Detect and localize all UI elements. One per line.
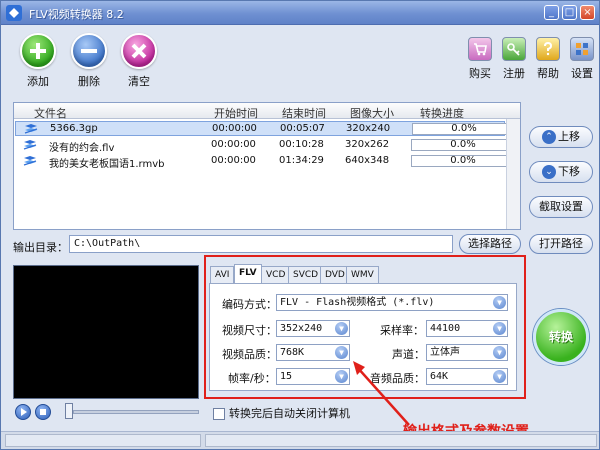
minus-icon <box>71 33 107 69</box>
help-label: 帮助 <box>537 67 559 80</box>
start-time: 00:00:00 <box>211 139 256 150</box>
end-time: 01:34:29 <box>279 155 324 166</box>
clear-button[interactable]: 清空 <box>119 33 159 89</box>
auto-shutdown-checkbox[interactable] <box>213 408 225 420</box>
x-icon <box>121 33 157 69</box>
image-size: 320x240 <box>346 123 391 134</box>
column-header-end[interactable]: 结束时间 <box>282 105 326 121</box>
list-scrollbar[interactable] <box>506 119 520 229</box>
add-button[interactable]: 添加 <box>18 33 58 89</box>
table-row[interactable]: 没有的约会.flv 00:00:00 00:10:28 320x262 0.0% <box>15 138 515 154</box>
maximize-button[interactable]: □ <box>562 5 577 20</box>
end-time: 00:05:07 <box>280 123 325 134</box>
browse-path-button[interactable]: 选择路径 <box>459 234 521 254</box>
video-file-icon <box>23 156 37 166</box>
delete-button[interactable]: 删除 <box>69 33 109 89</box>
register-label: 注册 <box>503 67 525 80</box>
column-header-start[interactable]: 开始时间 <box>214 105 258 121</box>
auto-shutdown-option[interactable]: 转换完后自动关闭计算机 <box>213 405 350 421</box>
seek-slider-thumb[interactable] <box>65 403 73 419</box>
output-dir-label: 输出目录： <box>13 241 68 254</box>
list-header: 文件名 开始时间 结束时间 图像大小 转换进度 <box>14 103 520 121</box>
delete-label: 删除 <box>78 75 100 88</box>
status-cell-right <box>205 434 597 447</box>
progress-bar: 0.0% <box>411 139 515 151</box>
column-header-size[interactable]: 图像大小 <box>350 105 394 121</box>
open-path-button[interactable]: 打开路径 <box>529 234 593 254</box>
column-header-filename[interactable]: 文件名 <box>34 105 67 121</box>
move-up-label: 上移 <box>558 130 580 143</box>
convert-button[interactable]: 转换 <box>533 309 589 365</box>
stop-button[interactable] <box>35 404 51 420</box>
settings-button[interactable]: 设置 <box>565 37 599 81</box>
stop-icon <box>40 409 46 415</box>
help-button[interactable]: 帮助 <box>531 37 565 81</box>
progress-bar: 0.0% <box>412 123 516 135</box>
progress-bar: 0.0% <box>411 155 515 167</box>
image-size: 320x262 <box>345 139 390 150</box>
play-icon <box>21 408 27 416</box>
video-preview <box>13 265 199 399</box>
move-up-button[interactable]: ⌃ 上移 <box>529 126 593 148</box>
status-bar <box>1 431 599 449</box>
image-size: 640x348 <box>345 155 390 166</box>
plus-icon <box>20 33 56 69</box>
cart-icon <box>468 37 492 61</box>
capture-settings-button[interactable]: 截取设置 <box>529 196 593 218</box>
file-name: 5366.3gp <box>50 123 98 134</box>
table-row[interactable]: 我的美女老板国语1.rmvb 00:00:00 01:34:29 640x348… <box>15 154 515 170</box>
file-list[interactable]: 文件名 开始时间 结束时间 图像大小 转换进度 5366.3gp 00:00:0… <box>13 102 521 230</box>
question-icon <box>536 37 560 61</box>
close-button[interactable]: × <box>580 5 595 20</box>
output-path-field[interactable]: C:\OutPath\ <box>69 235 453 253</box>
file-name: 我的美女老板国语1.rmvb <box>49 159 165 170</box>
add-label: 添加 <box>27 75 49 88</box>
key-icon <box>502 37 526 61</box>
end-time: 00:10:28 <box>279 139 324 150</box>
window-title: FLV视频转换器 8.2 <box>29 8 124 21</box>
buy-button[interactable]: 购买 <box>463 37 497 81</box>
file-name: 没有的约会.flv <box>49 143 115 154</box>
minimize-button[interactable]: _ <box>544 5 559 20</box>
capture-settings-label: 截取设置 <box>539 200 583 213</box>
video-file-icon <box>23 140 37 150</box>
app-logo-icon <box>6 5 22 21</box>
play-button[interactable] <box>15 404 31 420</box>
column-header-progress[interactable]: 转换进度 <box>420 105 464 121</box>
open-path-label: 打开路径 <box>539 237 583 250</box>
browse-path-label: 选择路径 <box>468 237 512 250</box>
register-button[interactable]: 注册 <box>497 37 531 81</box>
double-down-icon: ⌄ <box>542 165 556 179</box>
table-row[interactable]: 5366.3gp 00:00:00 00:05:07 320x240 0.0% <box>15 121 516 136</box>
settings-icon <box>570 37 594 61</box>
move-down-button[interactable]: ⌄ 下移 <box>529 161 593 183</box>
buy-label: 购买 <box>469 67 491 80</box>
seek-slider[interactable] <box>73 410 199 414</box>
double-up-icon: ⌃ <box>542 130 556 144</box>
settings-label: 设置 <box>571 67 593 80</box>
move-down-label: 下移 <box>558 165 580 178</box>
video-file-icon <box>24 124 38 134</box>
title-bar[interactable]: FLV视频转换器 8.2 _ □ × <box>1 1 599 25</box>
auto-shutdown-label: 转换完后自动关闭计算机 <box>229 407 350 420</box>
start-time: 00:00:00 <box>211 155 256 166</box>
clear-label: 清空 <box>128 75 150 88</box>
start-time: 00:00:00 <box>212 123 257 134</box>
status-cell-left <box>5 434 201 447</box>
app-window: FLV视频转换器 8.2 _ □ × 添加 删除 清空 购买 注册 帮助 设置 … <box>0 0 600 450</box>
